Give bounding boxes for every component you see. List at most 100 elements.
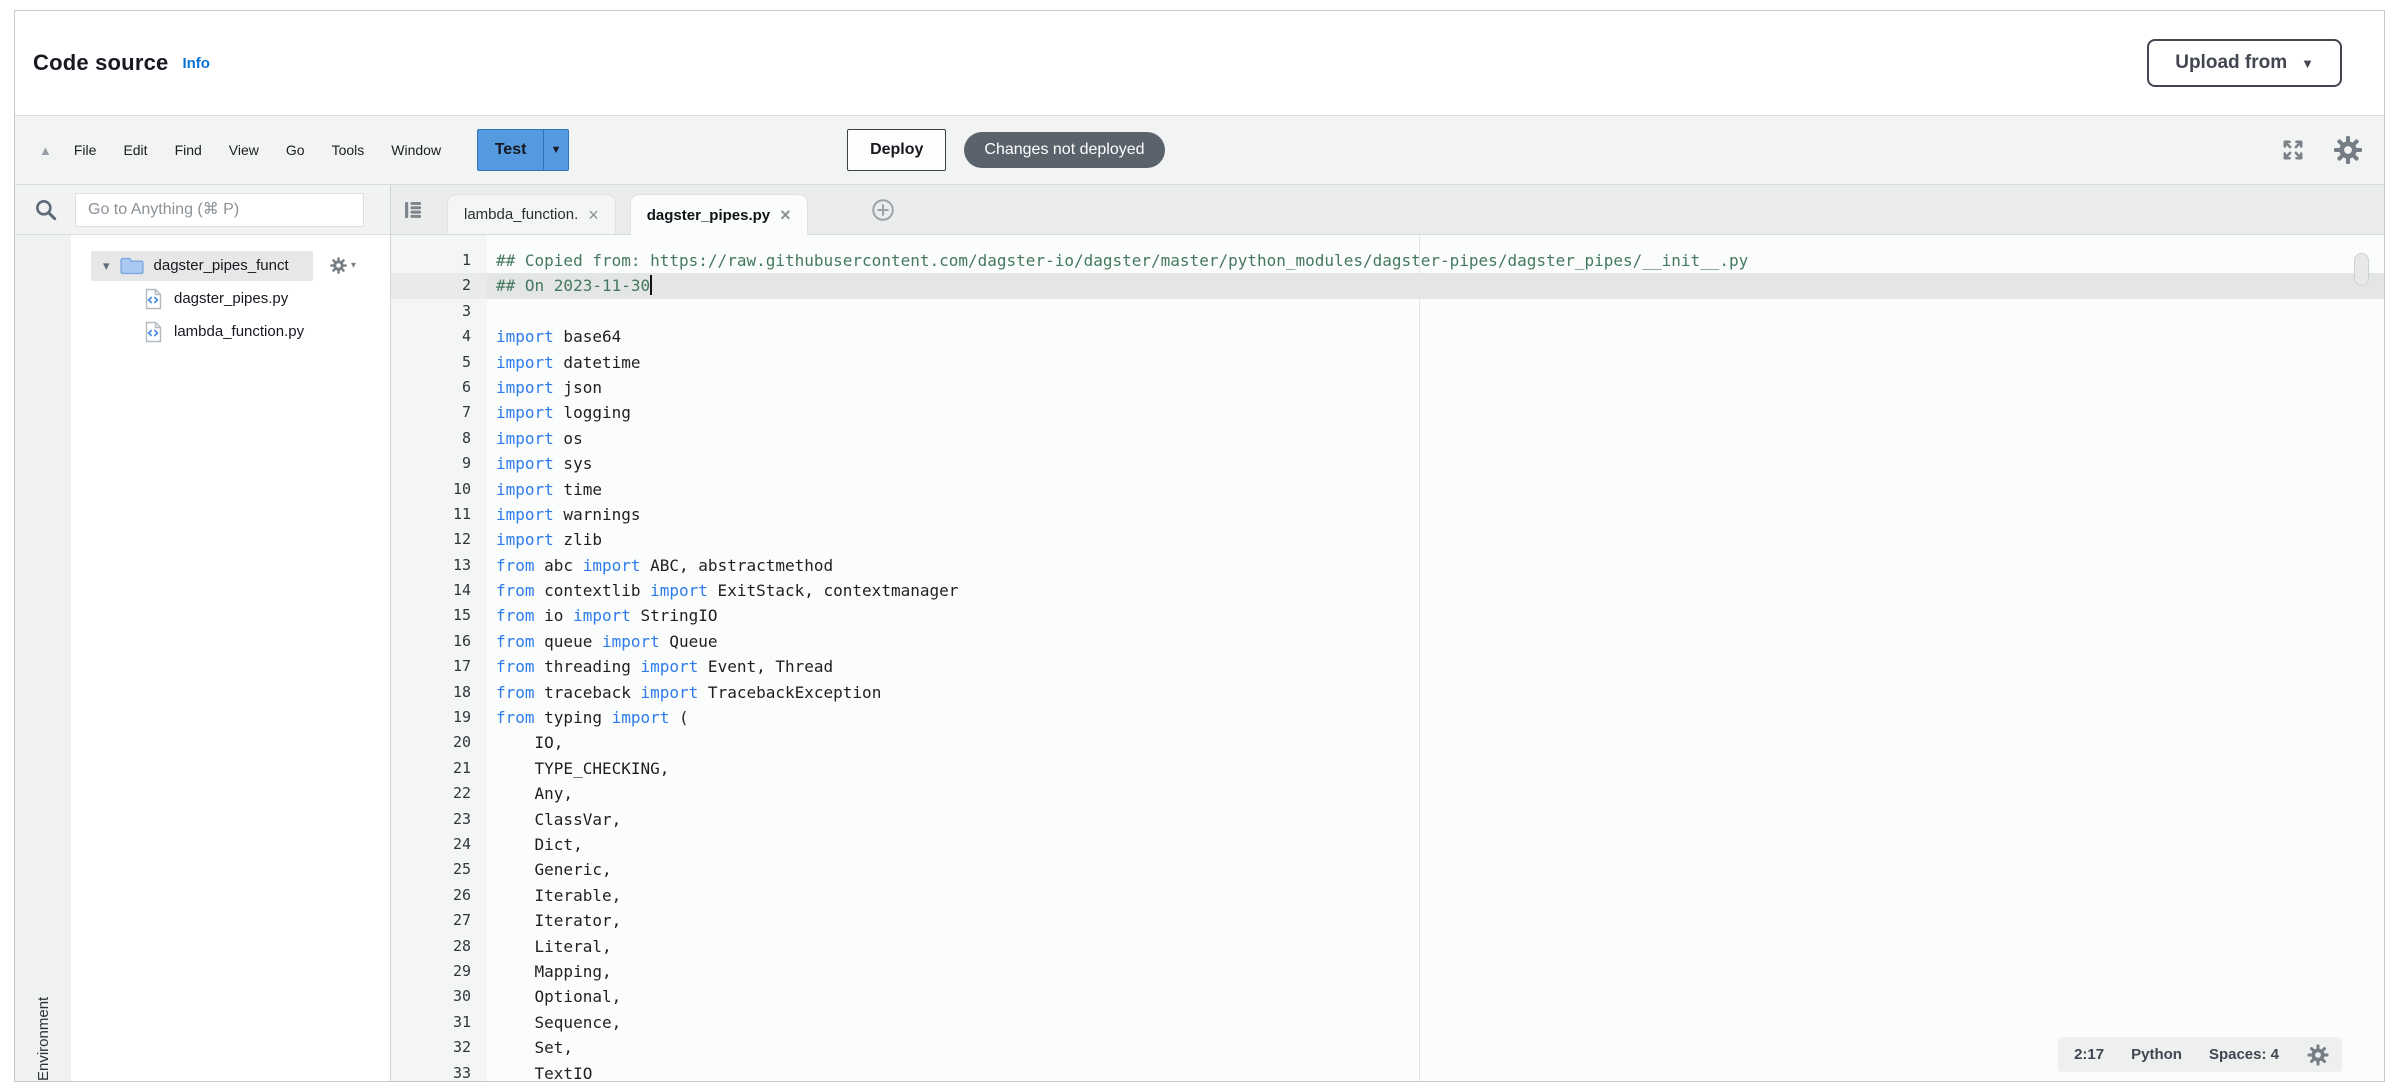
menu-find[interactable]: Find xyxy=(175,142,202,158)
line-number[interactable]: 11 xyxy=(391,502,487,527)
line-number[interactable]: 26 xyxy=(391,883,487,908)
code-line[interactable]: Dict, xyxy=(487,832,2384,857)
tab-lambda_function[interactable]: lambda_function.× xyxy=(447,194,616,234)
menu-file[interactable]: File xyxy=(74,142,97,158)
code-line[interactable]: import datetime xyxy=(487,350,2384,375)
line-number[interactable]: 19 xyxy=(391,705,487,730)
tree-file-lambda_function-py[interactable]: lambda_function.py xyxy=(71,315,390,348)
line-number[interactable]: 21 xyxy=(391,756,487,781)
line-number[interactable]: 6 xyxy=(391,375,487,400)
line-number[interactable]: 32 xyxy=(391,1035,487,1060)
code-line[interactable]: from queue import Queue xyxy=(487,629,2384,654)
code-line[interactable]: Sequence, xyxy=(487,1010,2384,1035)
fullscreen-button[interactable] xyxy=(2279,136,2307,164)
code-line[interactable]: Generic, xyxy=(487,857,2384,882)
go-to-anything-input[interactable] xyxy=(75,193,364,227)
code-line[interactable]: from abc import ABC, abstractmethod xyxy=(487,553,2384,578)
line-number[interactable]: 20 xyxy=(391,730,487,755)
code-line[interactable] xyxy=(487,299,2384,324)
line-number[interactable]: 18 xyxy=(391,680,487,705)
code-line[interactable]: from contextlib import ExitStack, contex… xyxy=(487,578,2384,603)
line-number[interactable]: 29 xyxy=(391,959,487,984)
code-line[interactable]: IO, xyxy=(487,730,2384,755)
line-number[interactable]: 3 xyxy=(391,299,487,324)
code-area[interactable]: ## Copied from: https://raw.githubuserco… xyxy=(487,235,2384,1081)
close-tab-icon[interactable]: × xyxy=(588,206,599,224)
code-line[interactable]: import warnings xyxy=(487,502,2384,527)
folder-settings-button[interactable]: ▾ xyxy=(329,256,356,275)
code-line[interactable]: Iterator, xyxy=(487,908,2384,933)
line-number[interactable]: 24 xyxy=(391,832,487,857)
code-line[interactable]: Iterable, xyxy=(487,883,2384,908)
line-number[interactable]: 31 xyxy=(391,1010,487,1035)
line-number[interactable]: 25 xyxy=(391,857,487,882)
cursor-position[interactable]: 2:17 xyxy=(2074,1046,2104,1063)
language-mode[interactable]: Python xyxy=(2131,1046,2182,1063)
line-number[interactable]: 33 xyxy=(391,1061,487,1082)
upload-from-button[interactable]: Upload from ▼ xyxy=(2147,39,2342,87)
line-number[interactable]: 27 xyxy=(391,908,487,933)
code-editor[interactable]: 1234567891011121314151617181920212223242… xyxy=(391,235,2384,1081)
code-line[interactable]: ClassVar, xyxy=(487,807,2384,832)
code-line[interactable]: Optional, xyxy=(487,984,2384,1009)
info-link[interactable]: Info xyxy=(182,55,210,72)
file-label: dagster_pipes.py xyxy=(174,290,288,307)
code-line[interactable]: from threading import Event, Thread xyxy=(487,654,2384,679)
line-number[interactable]: 2 xyxy=(391,273,487,298)
tab-list-button[interactable] xyxy=(401,198,425,222)
line-number[interactable]: 9 xyxy=(391,451,487,476)
line-number[interactable]: 10 xyxy=(391,477,487,502)
line-number[interactable]: 23 xyxy=(391,807,487,832)
line-number[interactable]: 15 xyxy=(391,603,487,628)
test-button[interactable]: Test xyxy=(477,129,543,171)
menu-window[interactable]: Window xyxy=(391,142,441,158)
collapse-panel-icon[interactable]: ▲ xyxy=(39,143,52,158)
editor-settings-button[interactable] xyxy=(2306,1043,2330,1067)
line-number[interactable]: 17 xyxy=(391,654,487,679)
code-line[interactable]: import time xyxy=(487,477,2384,502)
code-line[interactable]: from traceback import TracebackException xyxy=(487,680,2384,705)
code-line[interactable]: import json xyxy=(487,375,2384,400)
vertical-scrollbar-thumb[interactable] xyxy=(2354,253,2369,286)
line-number[interactable]: 22 xyxy=(391,781,487,806)
line-number[interactable]: 1 xyxy=(391,248,487,273)
code-line[interactable]: Mapping, xyxy=(487,959,2384,984)
new-tab-button[interactable] xyxy=(870,197,896,223)
menu-tools[interactable]: Tools xyxy=(332,142,365,158)
line-number[interactable]: 5 xyxy=(391,350,487,375)
settings-button[interactable] xyxy=(2332,134,2364,166)
line-number[interactable]: 28 xyxy=(391,934,487,959)
code-line[interactable]: from typing import ( xyxy=(487,705,2384,730)
code-line[interactable]: Any, xyxy=(487,781,2384,806)
tree-file-dagster_pipes-py[interactable]: dagster_pipes.py xyxy=(71,282,390,315)
tree-folder-selected[interactable]: ▾ dagster_pipes_funct xyxy=(91,251,313,281)
menu-go[interactable]: Go xyxy=(286,142,305,158)
folder-caret-icon[interactable]: ▾ xyxy=(103,258,110,274)
line-number[interactable]: 4 xyxy=(391,324,487,349)
line-number[interactable]: 8 xyxy=(391,426,487,451)
test-dropdown-button[interactable]: ▼ xyxy=(543,129,569,171)
menu-view[interactable]: View xyxy=(229,142,259,158)
code-line[interactable]: ## On 2023-11-30 xyxy=(487,273,2384,298)
code-line[interactable]: TYPE_CHECKING, xyxy=(487,756,2384,781)
code-line[interactable]: ## Copied from: https://raw.githubuserco… xyxy=(487,248,2384,273)
indent-setting[interactable]: Spaces: 4 xyxy=(2209,1046,2279,1063)
code-line[interactable]: import sys xyxy=(487,451,2384,476)
code-line[interactable]: import os xyxy=(487,426,2384,451)
line-number[interactable]: 30 xyxy=(391,984,487,1009)
code-line[interactable]: from io import StringIO xyxy=(487,603,2384,628)
code-line[interactable]: Literal, xyxy=(487,934,2384,959)
tab-dagster_pipes-py[interactable]: dagster_pipes.py× xyxy=(630,194,808,235)
menu-edit[interactable]: Edit xyxy=(123,142,147,158)
close-tab-icon[interactable]: × xyxy=(780,206,791,224)
tree-folder-row[interactable]: ▾ dagster_pipes_funct xyxy=(71,249,390,282)
code-line[interactable]: import zlib xyxy=(487,527,2384,552)
line-number[interactable]: 13 xyxy=(391,553,487,578)
line-number[interactable]: 7 xyxy=(391,400,487,425)
line-number[interactable]: 14 xyxy=(391,578,487,603)
code-line[interactable]: import base64 xyxy=(487,324,2384,349)
code-line[interactable]: import logging xyxy=(487,400,2384,425)
line-number[interactable]: 16 xyxy=(391,629,487,654)
deploy-button[interactable]: Deploy xyxy=(847,129,946,171)
line-number[interactable]: 12 xyxy=(391,527,487,552)
